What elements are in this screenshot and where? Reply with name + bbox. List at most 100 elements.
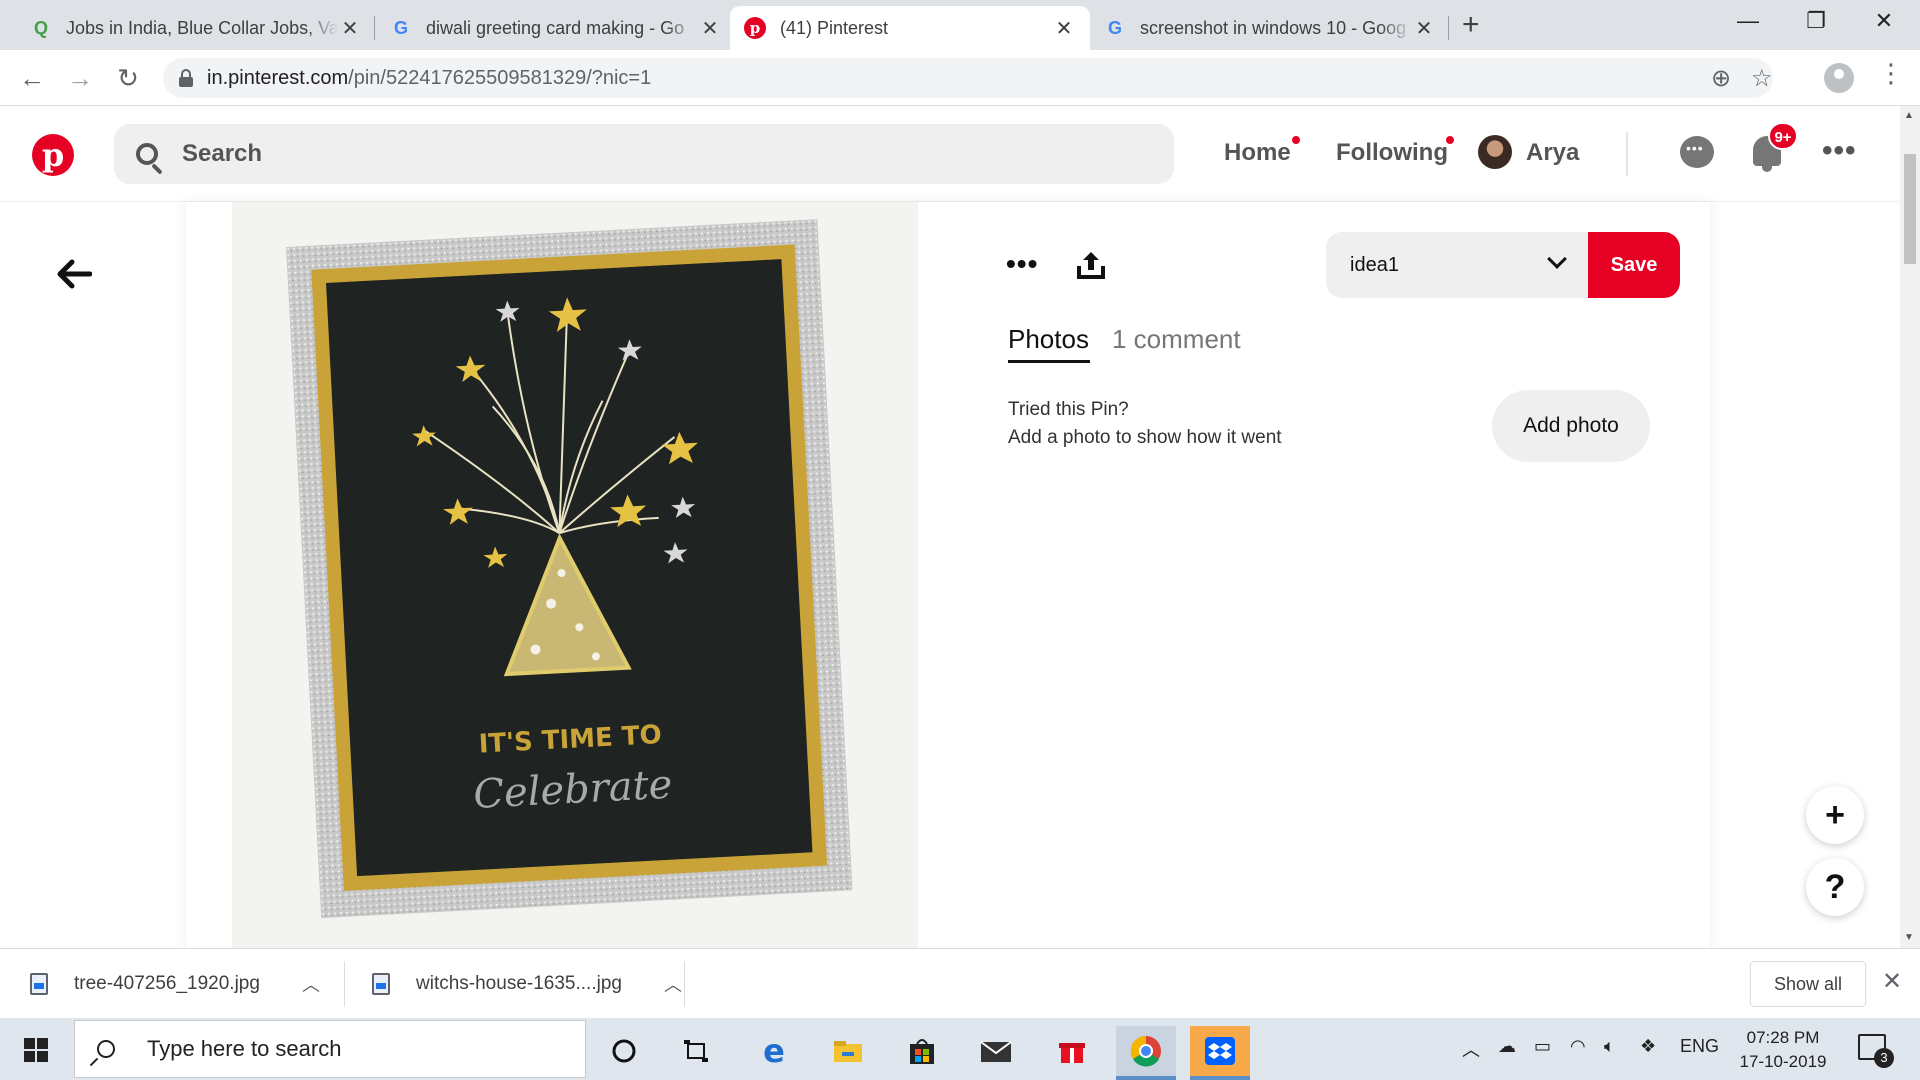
scroll-down-arrow-icon[interactable]: ▼	[1904, 932, 1914, 943]
reload-icon[interactable]: ↻	[112, 62, 144, 94]
pinterest-logo-icon[interactable]: p	[32, 134, 74, 176]
save-button[interactable]: Save	[1588, 232, 1680, 298]
task-view-icon[interactable]	[666, 1026, 726, 1076]
tab-title: (41) Pinterest	[780, 17, 889, 38]
bookmark-star-icon[interactable]: ☆	[1751, 64, 1773, 93]
download-divider	[684, 961, 685, 1007]
back-icon[interactable]: ←	[16, 62, 48, 94]
chevron-up-icon[interactable]: ︿	[302, 971, 320, 997]
tab-title: screenshot in windows 10 - Goog	[1140, 17, 1407, 38]
input-language[interactable]: ENG	[1680, 1036, 1719, 1057]
download-item[interactable]: witchs-house-1635....jpg ︿	[372, 949, 682, 1019]
close-tab-icon[interactable]: ✕	[1412, 16, 1436, 41]
onedrive-cloud-icon[interactable]: ☁	[1498, 1036, 1516, 1057]
close-downloads-icon[interactable]: ✕	[1882, 967, 1902, 996]
action-center-icon[interactable]: 3	[1858, 1034, 1894, 1068]
image-file-icon	[30, 973, 48, 995]
help-question-button[interactable]: ?	[1806, 858, 1864, 916]
browser-tab[interactable]: Q Jobs in India, Blue Collar Jobs, Va ✕	[16, 6, 376, 50]
quikr-q-icon: Q	[33, 17, 48, 38]
taskbar-search-placeholder: Type here to search	[147, 1036, 342, 1061]
pinterest-search-input[interactable]: Search	[114, 124, 1174, 184]
nav-home-link[interactable]: Home	[1224, 139, 1291, 167]
browser-profile-avatar[interactable]	[1824, 63, 1854, 93]
tried-this-pin-section: Tried this Pin? Add a photo to show how …	[1008, 396, 1282, 452]
file-explorer-icon[interactable]	[818, 1026, 878, 1076]
browser-tab[interactable]: G screenshot in windows 10 - Goog ✕	[1090, 6, 1450, 50]
forward-icon[interactable]: →	[64, 62, 96, 94]
new-tab-plus-icon[interactable]: +	[1462, 10, 1480, 40]
download-filename: tree-407256_1920.jpg	[74, 973, 260, 994]
downloads-bar: tree-407256_1920.jpg ︿ witchs-house-1635…	[0, 948, 1920, 1018]
gift-app-icon[interactable]	[1042, 1026, 1102, 1076]
active-tab-underline	[1008, 360, 1090, 363]
url-path: /pin/522417625509581329/?nic=1	[348, 66, 652, 89]
tab-divider	[374, 16, 375, 40]
tray-chevron-up-icon[interactable]: ︿	[1462, 1036, 1480, 1062]
tried-title: Tried this Pin?	[1008, 399, 1129, 420]
pinterest-icon: p	[744, 17, 766, 39]
tab-title: Jobs in India, Blue Collar Jobs, Va	[66, 17, 338, 38]
close-tab-icon[interactable]: ✕	[1052, 16, 1076, 41]
lock-icon[interactable]	[179, 69, 193, 87]
pinterest-header: p Search Home Following Arya 9+ •••	[0, 106, 1900, 202]
taskbar-search-box[interactable]: Type here to search	[74, 1020, 586, 1078]
cortana-icon[interactable]	[594, 1026, 654, 1076]
svg-text:e: e	[763, 1036, 785, 1066]
pin-more-options-icon[interactable]: •••	[1006, 248, 1038, 280]
show-all-downloads-button[interactable]: Show all	[1750, 961, 1866, 1007]
browser-toolbar: ← → ↻ in.pinterest.com/pin/5224176255095…	[0, 50, 1920, 106]
minimize-icon[interactable]: —	[1728, 8, 1768, 34]
clock-date: 17-10-2019	[1739, 1052, 1827, 1071]
messages-icon[interactable]	[1680, 136, 1714, 168]
add-plus-button[interactable]: +	[1806, 786, 1864, 844]
scrollbar-thumb[interactable]	[1904, 154, 1916, 264]
wifi-icon[interactable]: ◠	[1570, 1036, 1586, 1057]
more-options-icon[interactable]: •••	[1822, 134, 1857, 168]
close-window-icon[interactable]: ✕	[1864, 8, 1904, 34]
download-divider	[344, 961, 345, 1007]
tried-subtitle: Add a photo to show how it went	[1008, 427, 1282, 448]
install-app-icon[interactable]: ⊕	[1711, 64, 1731, 93]
address-bar[interactable]: in.pinterest.com/pin/522417625509581329/…	[163, 58, 1773, 98]
google-g-icon: G	[1107, 17, 1122, 38]
scroll-up-arrow-icon[interactable]: ▲	[1904, 110, 1914, 121]
windows-start-icon[interactable]	[24, 1038, 48, 1062]
following-update-dot	[1446, 136, 1454, 144]
close-tab-icon[interactable]: ✕	[698, 16, 722, 41]
edge-browser-icon[interactable]: e	[744, 1026, 804, 1076]
tab-divider	[1448, 16, 1449, 40]
download-filename: witchs-house-1635....jpg	[416, 973, 622, 994]
nav-profile-link[interactable]: Arya	[1526, 139, 1579, 167]
back-arrow-icon[interactable]	[56, 254, 93, 299]
page-scrollbar[interactable]: ▲ ▼	[1900, 106, 1920, 948]
dropbox-tray-icon[interactable]: ❖	[1640, 1036, 1656, 1057]
svg-text:p: p	[750, 19, 761, 37]
browser-tab-active[interactable]: p (41) Pinterest ✕	[730, 6, 1090, 50]
restore-icon[interactable]: ❐	[1796, 8, 1836, 34]
user-avatar[interactable]	[1478, 135, 1512, 169]
tab-comments[interactable]: 1 comment	[1112, 324, 1241, 355]
board-select-dropdown[interactable]: idea1	[1326, 232, 1588, 298]
chevron-up-icon[interactable]: ︿	[664, 971, 682, 997]
battery-icon[interactable]: ▭	[1534, 1036, 1551, 1057]
add-photo-button[interactable]: Add photo	[1492, 390, 1650, 462]
browser-tab-strip: Q Jobs in India, Blue Collar Jobs, Va ✕ …	[0, 0, 1920, 50]
close-tab-icon[interactable]: ✕	[338, 16, 362, 41]
tab-title: diwali greeting card making - Go	[426, 17, 685, 38]
header-divider	[1626, 132, 1628, 176]
browser-menu-icon[interactable]: ⋮	[1878, 58, 1904, 89]
mail-icon[interactable]	[966, 1026, 1026, 1076]
pin-image[interactable]: IT'S TIME TO Celebrate	[232, 202, 918, 948]
browser-tab[interactable]: G diwali greeting card making - Go ✕	[376, 6, 736, 50]
microsoft-store-icon[interactable]	[892, 1026, 952, 1076]
nav-following-link[interactable]: Following	[1336, 139, 1448, 167]
share-upload-icon[interactable]	[1076, 250, 1106, 280]
dropbox-icon[interactable]	[1190, 1026, 1250, 1080]
tab-photos[interactable]: Photos	[1008, 324, 1089, 355]
google-g-icon: G	[393, 17, 408, 38]
download-item[interactable]: tree-407256_1920.jpg ︿	[30, 949, 320, 1019]
system-clock[interactable]: 07:28 PM 17-10-2019	[1728, 1026, 1838, 1074]
volume-icon[interactable]: 🔈︎	[1604, 1036, 1615, 1057]
chrome-icon[interactable]	[1116, 1026, 1176, 1080]
